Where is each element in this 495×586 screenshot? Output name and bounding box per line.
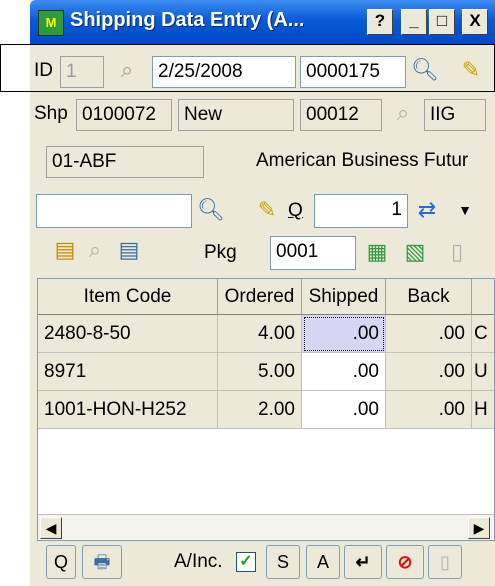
warehouse-name-field: IIG [424, 99, 486, 131]
dropdown-arrow-icon[interactable]: ▼ [450, 196, 480, 226]
package-edit-icon[interactable]: ▦ [362, 238, 392, 268]
item-lookup-icon[interactable]: ✎ [252, 196, 282, 226]
search-icon[interactable]: 🔍︎ [410, 56, 440, 86]
transfer-icon[interactable]: ⇄ [412, 196, 442, 226]
shipping-data-entry-window: M Shipping Data Entry (A... ? _ □ X ID 1… [30, 0, 495, 586]
pkg-field[interactable]: 0001 [270, 236, 356, 270]
quick-print-button[interactable]: Q [46, 545, 76, 579]
scroll-left-arrow-icon[interactable]: ◀ [40, 517, 62, 539]
package-list-icon[interactable]: ▤ [114, 236, 144, 266]
table-row-extra: C [472, 315, 494, 353]
table-row-back: .00 [386, 391, 472, 429]
quantity-field[interactable]: 1 [314, 194, 408, 228]
window-title: Shipping Data Entry (A... [70, 9, 305, 31]
minimize-button[interactable]: _ [401, 9, 427, 35]
table-row-shipped-selected[interactable]: .00 [302, 315, 386, 353]
q-label: Q [288, 200, 303, 221]
title-bar[interactable]: M Shipping Data Entry (A... ? _ □ X [30, 0, 495, 44]
table-row-ordered: 5.00 [218, 353, 302, 391]
table-row-item-code[interactable]: 8971 [38, 353, 218, 391]
customer-name: American Business Futur [256, 150, 469, 171]
app-icon: M [38, 10, 64, 36]
status-field: New [178, 99, 294, 131]
pkg-label: Pkg [204, 242, 237, 263]
table-row-back: .00 [386, 315, 472, 353]
date-field[interactable]: 2/25/2008 [152, 56, 296, 88]
enter-arrow-icon[interactable]: ↵ [344, 545, 382, 579]
column-header-item-code[interactable]: Item Code [38, 279, 218, 315]
column-header-ordered[interactable]: Ordered [218, 279, 302, 315]
table-row-item-code[interactable]: 1001-HON-H252 [38, 391, 218, 429]
item-entry-field[interactable] [36, 194, 192, 228]
order-number-field[interactable]: 0000175 [300, 56, 406, 88]
package-copy-icon[interactable]: ▧ [400, 238, 430, 268]
printer-icon[interactable]: 🖶︎ [82, 545, 122, 579]
table-row-extra: U [472, 353, 494, 391]
table-row-shipped[interactable]: .00 [302, 353, 386, 391]
id-field: 1 [60, 56, 104, 88]
shp-label: Shp [34, 103, 68, 124]
horizontal-scrollbar[interactable]: ◀ ▶ [38, 514, 494, 540]
table-row-back: .00 [386, 353, 472, 391]
id-label: ID [34, 60, 53, 81]
shp-code-field: 0100072 [76, 99, 172, 131]
maximize-button[interactable]: □ [429, 9, 455, 35]
table-row-item-code[interactable]: 2480-8-50 [38, 315, 218, 353]
delete-disabled-icon: ▯ [428, 545, 462, 579]
table-row-ordered: 2.00 [218, 391, 302, 429]
column-header-shipped[interactable]: Shipped [302, 279, 386, 315]
table-row-extra: H [472, 391, 494, 429]
table-row-ordered: 4.00 [218, 315, 302, 353]
close-button[interactable]: X [462, 9, 488, 35]
package-delete-disabled-icon: ▯ [450, 239, 464, 264]
ainc-checkbox[interactable]: ✓ [236, 552, 256, 572]
column-header-extra[interactable] [472, 279, 494, 315]
cancel-icon[interactable]: ⊘ [386, 545, 424, 579]
column-header-back[interactable]: Back [386, 279, 472, 315]
warehouse-code-field: 00012 [300, 99, 382, 131]
scroll-right-arrow-icon[interactable]: ▶ [468, 517, 490, 539]
table-row-shipped[interactable]: .00 [302, 391, 386, 429]
customer-number-field: 01-ABF [46, 146, 204, 178]
ainc-label: A/Inc. [174, 551, 223, 572]
item-search-icon[interactable]: 🔍︎ [196, 196, 226, 226]
lookup-wizard-icon[interactable]: ✎ [456, 56, 486, 86]
lookup-disabled-icon: ⌕ [120, 57, 134, 82]
package-disabled-icon: ⌕ [88, 237, 102, 262]
package-add-icon[interactable]: ▤ [50, 236, 80, 266]
a-button[interactable]: A [306, 545, 340, 579]
help-button[interactable]: ? [367, 9, 393, 35]
s-button[interactable]: S [266, 545, 300, 579]
lines-grid[interactable]: Item Code Ordered Shipped Back 2480-8-50… [37, 278, 495, 541]
warehouse-lookup-icon: ⌕ [396, 100, 410, 125]
